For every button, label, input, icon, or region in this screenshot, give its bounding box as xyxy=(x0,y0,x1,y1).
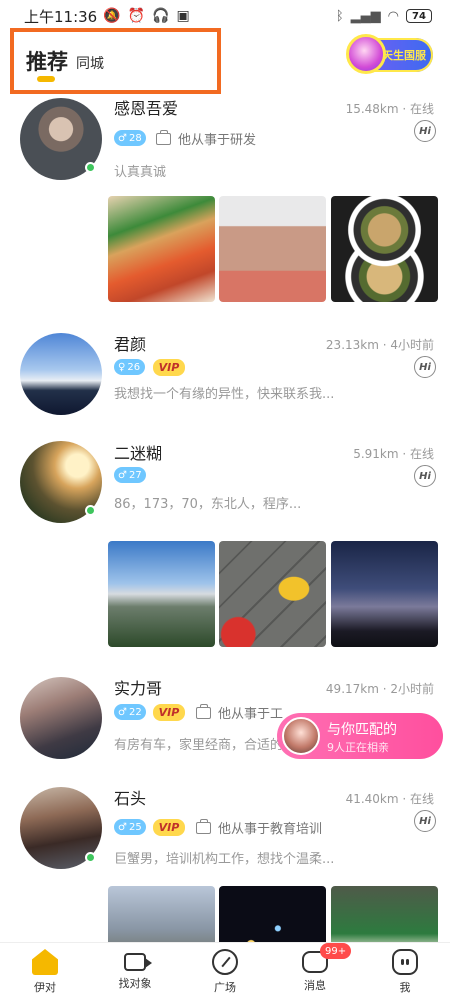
job-label: 他从事于工 xyxy=(218,707,284,722)
online-dot xyxy=(85,162,96,173)
user-photo[interactable] xyxy=(331,196,438,302)
profile-icon xyxy=(392,949,418,975)
online-dot xyxy=(85,505,96,516)
nav-label: 广场 xyxy=(214,981,236,994)
distance-status: 5.91km · 在线 xyxy=(353,447,434,461)
top-tabs: 推荐 同城 xyxy=(10,28,221,94)
alarm-icon: ⏰ xyxy=(127,8,146,24)
online-dot xyxy=(85,852,96,863)
age-value: 25 xyxy=(128,821,142,833)
job-info: 他从事于教育培训 xyxy=(196,818,322,837)
age-tag: ♂ 22 xyxy=(114,704,146,720)
briefcase-icon xyxy=(196,703,211,719)
tab-active-indicator xyxy=(37,76,55,82)
user-photo[interactable] xyxy=(219,541,326,647)
user-photo[interactable] xyxy=(219,886,326,943)
user-photo[interactable] xyxy=(108,196,215,302)
mute-icon: 🔕 xyxy=(103,8,121,24)
distance-status: 49.17km · 2小时前 xyxy=(325,682,434,696)
user-photo[interactable] xyxy=(219,196,326,302)
user-photo[interactable] xyxy=(108,541,215,647)
match-floating-button[interactable]: 与你匹配的 9人正在相亲 xyxy=(277,713,443,759)
male-icon: ♂ xyxy=(118,469,127,481)
distance-status: 23.13km · 4小时前 xyxy=(325,338,434,352)
job-label: 他从事于研发 xyxy=(178,133,257,148)
age-tag: ♂ 28 xyxy=(114,130,146,146)
promo-badge[interactable]: 天生国服 xyxy=(346,34,433,74)
say-hi-button[interactable]: Hi xyxy=(414,465,436,487)
app-notification-icon: ▣ xyxy=(176,8,190,24)
tab-same-city[interactable]: 同城 xyxy=(76,53,104,73)
user-name: 实力哥 xyxy=(114,679,163,698)
battery-icon: 74 xyxy=(406,9,432,23)
promo-label: 天生国服 xyxy=(382,49,426,62)
male-icon: ♂ xyxy=(118,706,127,718)
user-photo[interactable] xyxy=(108,886,215,943)
age-tag: ♂ 25 xyxy=(114,819,146,835)
distance-status: 41.40km · 在线 xyxy=(345,792,434,806)
user-bio: 有房有车，家里经商，合适的 xyxy=(114,738,284,753)
match-subtitle: 9人正在相亲 xyxy=(327,741,389,754)
promo-emblem-icon xyxy=(346,34,386,74)
age-tag: ♀ 26 xyxy=(114,359,145,375)
say-hi-button[interactable]: Hi xyxy=(414,356,436,378)
female-icon: ♀ xyxy=(118,361,126,373)
tab-recommend[interactable]: 推荐 xyxy=(26,46,68,76)
job-info: 他从事于研发 xyxy=(156,129,256,148)
status-right: ᛒ ▂▄▆ ◠ 74 xyxy=(336,9,432,24)
match-avatar xyxy=(282,717,320,755)
user-feed[interactable]: 感恩吾爱 15.48km · 在线 Hi ♂ 28 他从事于研发 认真真诚 君颜 … xyxy=(0,95,450,943)
user-photo[interactable] xyxy=(331,541,438,647)
user-name: 君颜 xyxy=(114,335,147,354)
age-value: 26 xyxy=(127,361,141,373)
vip-badge: VIP xyxy=(153,819,185,836)
age-value: 28 xyxy=(128,132,142,144)
nav-label: 找对象 xyxy=(118,977,152,990)
nav-plaza[interactable]: 广场 xyxy=(190,949,260,995)
distance-status: 15.48km · 在线 xyxy=(345,102,434,116)
age-value: 22 xyxy=(128,706,142,718)
user-bio: 我想找一个有缘的异性，快来联系我... xyxy=(114,387,335,402)
home-icon xyxy=(32,949,58,975)
briefcase-icon xyxy=(196,818,211,834)
compass-icon xyxy=(212,949,238,975)
user-bio: 巨蟹男，培训机构工作，想找个温柔... xyxy=(114,852,335,867)
vip-badge: VIP xyxy=(153,704,185,721)
avatar[interactable] xyxy=(20,677,102,759)
message-count-badge: 99+ xyxy=(320,943,352,959)
nav-label: 伊对 xyxy=(34,981,56,994)
nav-me[interactable]: 我 xyxy=(370,949,440,995)
signal-icon: ▂▄▆ xyxy=(350,8,381,24)
job-info: 他从事于工 xyxy=(196,703,283,722)
wifi-icon: ◠ xyxy=(387,8,399,24)
user-name: 二迷糊 xyxy=(114,444,163,463)
male-icon: ♂ xyxy=(118,132,127,144)
bottom-nav: 伊对 找对象 广场 消息 99+ 我 xyxy=(0,942,450,1000)
video-icon xyxy=(124,953,152,971)
user-name: 感恩吾爱 xyxy=(114,99,179,118)
age-value: 27 xyxy=(128,469,142,481)
male-icon: ♂ xyxy=(118,821,127,833)
status-time: 上午11:36 xyxy=(24,7,98,26)
say-hi-button[interactable]: Hi xyxy=(414,120,436,142)
briefcase-icon xyxy=(156,129,171,145)
nav-label: 消息 xyxy=(304,979,326,992)
match-title: 与你匹配的 xyxy=(327,722,397,738)
app-screen: 上午11:36 🔕 ⏰ 🎧 ▣ ᛒ ▂▄▆ ◠ 74 推荐 同城 天生国服 感恩… xyxy=(0,0,450,1000)
nav-label: 我 xyxy=(399,981,411,994)
user-photo[interactable] xyxy=(331,886,438,943)
nav-find-partner[interactable]: 找对象 xyxy=(100,949,170,991)
headphones-icon: 🎧 xyxy=(152,8,170,24)
job-label: 他从事于教育培训 xyxy=(218,822,323,837)
bluetooth-icon: ᛒ xyxy=(335,8,344,24)
vip-badge: VIP xyxy=(153,359,185,376)
avatar[interactable] xyxy=(20,333,102,415)
say-hi-button[interactable]: Hi xyxy=(414,810,436,832)
user-bio: 认真真诚 xyxy=(114,165,167,180)
user-bio: 86，173，70，东北人，程序... xyxy=(114,497,302,512)
nav-home[interactable]: 伊对 xyxy=(10,949,80,995)
age-tag: ♂ 27 xyxy=(114,467,146,483)
user-name: 石头 xyxy=(114,789,147,808)
